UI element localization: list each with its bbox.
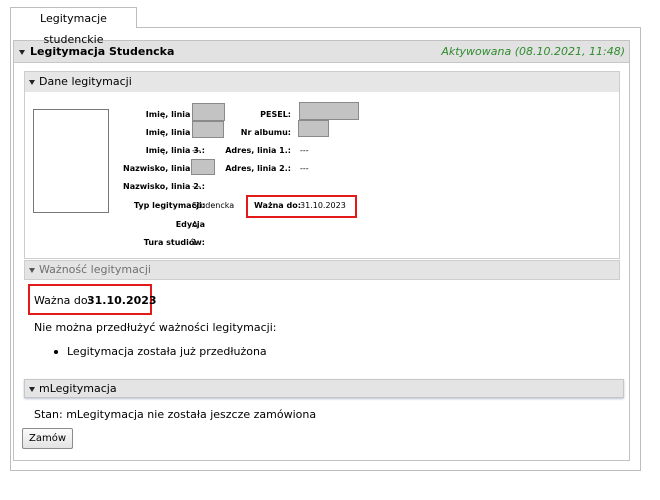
field-label-adres-2: Adres, linia 2.: (225, 164, 291, 173)
redacted-value-nazwisko-1 (191, 159, 215, 175)
photo-placeholder (33, 109, 109, 213)
field-value-adres-1: --- (300, 146, 309, 155)
collapse-triangle-icon[interactable] (29, 268, 35, 273)
field-label-pesel: PESEL: (260, 110, 291, 119)
field-value-typ: Studencka (192, 201, 235, 210)
valid-until-label: Ważna do: (34, 294, 92, 307)
valid-until-value: 31.10.2023 (87, 294, 157, 307)
extension-reason: Legitymacja została już przedłużona (67, 345, 267, 358)
collapse-triangle-icon[interactable] (29, 80, 35, 85)
activation-status: Aktywowana (08.10.2021, 11:48) (441, 45, 625, 58)
field-value-edycja: A (192, 220, 198, 229)
collapse-triangle-icon[interactable] (19, 50, 25, 55)
field-label-edycja: Edycja (175, 220, 205, 229)
redacted-value-nr-albumu (298, 120, 329, 137)
legitymacja-section-header[interactable]: Legitymacja Studencka Aktywowana (08.10.… (14, 41, 629, 63)
field-value-tura: 1 (192, 238, 198, 247)
field-label-adres-1: Adres, linia 1.: (225, 146, 291, 155)
field-label-nr-albumu: Nr albumu: (240, 128, 291, 137)
waznosc-header[interactable]: Ważność legitymacji (24, 260, 620, 280)
extension-message: Nie można przedłużyć ważności legitymacj… (34, 321, 277, 334)
panel-title: Dane legitymacji (39, 75, 132, 88)
legitymacja-section: Legitymacja Studencka Aktywowana (08.10.… (13, 40, 630, 461)
field-label-wazna-do: Ważna do: (254, 201, 301, 210)
dane-legitymacji-panel: Dane legitymacji Imię, linia 1.: Imię, l… (24, 71, 620, 259)
field-value-wazna-do: 31.10.2023 (300, 201, 346, 210)
field-value-nazwisko-2: --- (192, 182, 201, 191)
mlegitymacja-header[interactable]: mLegitymacja (24, 379, 624, 398)
field-value-adres-2: --- (300, 164, 309, 173)
dane-legitymacji-header[interactable]: Dane legitymacji (25, 72, 619, 92)
redacted-value-imie-1 (192, 103, 225, 121)
field-value-imie-3: --- (192, 146, 201, 155)
order-button[interactable]: Zamów (22, 428, 73, 449)
bullet-icon (54, 350, 58, 354)
mlegitymacja-status: Stan: mLegitymacja nie została jeszcze z… (34, 408, 317, 421)
collapse-triangle-icon[interactable] (29, 387, 35, 392)
panel-title: mLegitymacja (39, 382, 117, 395)
panel-title: Ważność legitymacji (39, 263, 151, 276)
redacted-value-imie-2 (192, 121, 224, 138)
tab-legitymacje-studenckie[interactable]: Legitymacje studenckie (10, 7, 137, 46)
redacted-value-pesel (299, 102, 359, 120)
